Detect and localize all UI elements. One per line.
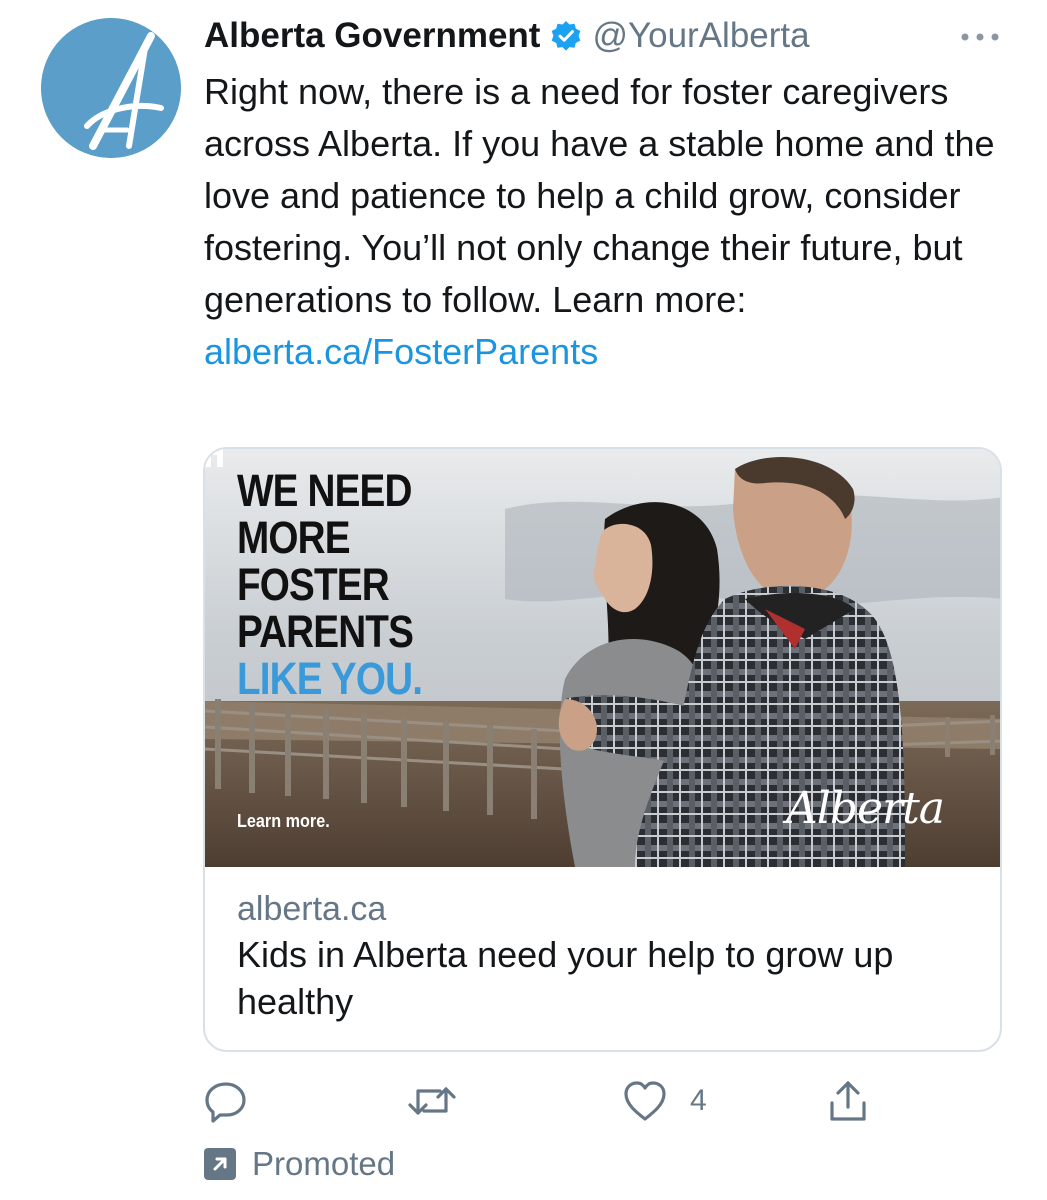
card-title: Kids in Alberta need your help to grow u… — [237, 934, 894, 1022]
alberta-wordmark: Alberta — [786, 783, 945, 834]
card-image-cta: Learn more. — [237, 811, 330, 831]
headline-line: WE NEED — [237, 465, 412, 516]
retweet-button[interactable] — [406, 1076, 458, 1126]
card-image[interactable]: WE NEED MORE FOSTER PARENTS LIKE YOU. Le… — [205, 449, 1000, 867]
tweet-text: Right now, there is a need for foster ca… — [204, 66, 1004, 378]
card-headline: WE NEED MORE FOSTER PARENTS LIKE YOU. — [237, 465, 423, 704]
headline-accent: LIKE YOU. — [237, 653, 423, 704]
tweet-link[interactable]: alberta.ca/FosterParents — [204, 331, 598, 372]
verified-badge-icon — [550, 20, 582, 52]
like-button[interactable]: 4 — [622, 1076, 707, 1126]
promoted-label: Promoted — [252, 1145, 396, 1182]
promoted-indicator[interactable]: Promoted — [204, 1144, 395, 1184]
retweet-icon — [408, 1087, 456, 1115]
more-horizontal-icon[interactable] — [959, 18, 1001, 52]
share-icon — [830, 1081, 866, 1121]
avatar[interactable] — [41, 18, 181, 158]
alberta-wordmark-icon — [205, 449, 223, 467]
link-card[interactable]: WE NEED MORE FOSTER PARENTS LIKE YOU. Le… — [203, 447, 1002, 1052]
card-domain: alberta.ca — [237, 890, 387, 928]
reply-button[interactable] — [204, 1076, 248, 1126]
like-count: 4 — [690, 1084, 707, 1117]
card-info[interactable]: alberta.ca Kids in Alberta need your hel… — [237, 887, 970, 1025]
share-button[interactable] — [826, 1076, 870, 1126]
display-name[interactable]: Alberta Government — [204, 16, 540, 56]
tweet-actions: 4 — [204, 1076, 904, 1126]
headline-line: PARENTS — [237, 606, 414, 657]
alberta-logo-avatar-icon — [41, 18, 181, 158]
promoted-arrow-icon — [204, 1148, 236, 1180]
headline-line: MORE — [237, 512, 351, 563]
tweet-header: Alberta Government @YourAlberta — [204, 14, 1007, 58]
headline-line: FOSTER — [237, 559, 390, 610]
reply-icon — [205, 1082, 246, 1123]
tweet-body: Right now, there is a need for foster ca… — [204, 71, 995, 320]
user-handle[interactable]: @YourAlberta — [592, 16, 809, 56]
heart-icon — [624, 1081, 666, 1121]
